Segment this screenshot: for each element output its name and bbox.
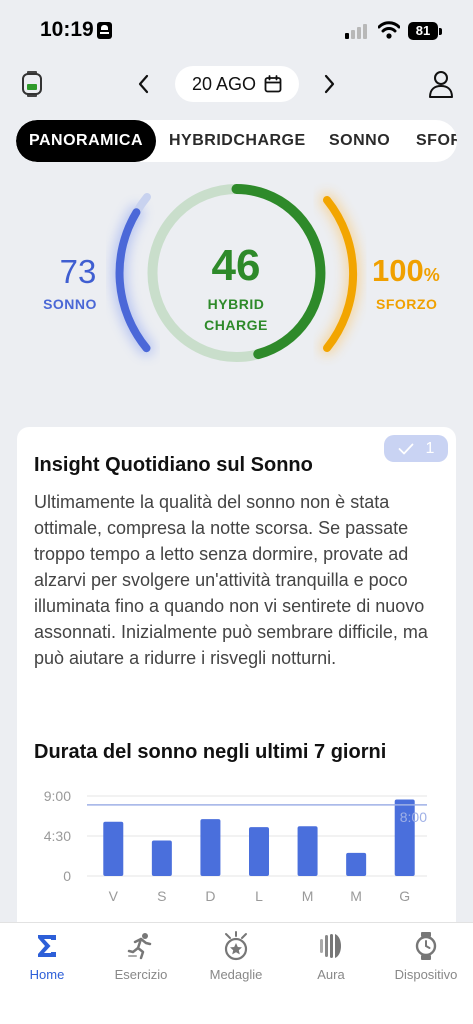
section-tabs: PANORAMICA HYBRIDCHARGE SONNO SFORZO	[16, 120, 457, 162]
effort-score-value: 100	[372, 253, 424, 288]
nav-medals[interactable]: Medaglie	[189, 931, 283, 991]
effort-score-label: SFORZO	[376, 296, 438, 312]
chart-y-tick-label: 4:30	[44, 828, 71, 844]
chart-x-tick-label: D	[205, 888, 215, 904]
wifi-icon	[378, 21, 400, 39]
nav-device-label: Dispositivo	[394, 967, 458, 982]
battery-tip	[439, 28, 442, 35]
effort-score[interactable]: 100%	[372, 253, 452, 289]
chart-y-tick-label: 9:00	[44, 788, 71, 804]
chart-x-tick-label: S	[157, 888, 166, 904]
chart-bar	[249, 827, 269, 876]
profile-icon[interactable]	[428, 70, 454, 98]
checkmark-icon	[398, 443, 413, 454]
sleep-score-label: SONNO	[43, 296, 97, 312]
nav-aura-label: Aura	[317, 967, 345, 982]
bottom-navigation: Home Esercizio Medaglie Aura Dispositivo	[0, 922, 473, 1024]
nav-exercise[interactable]: Esercizio	[94, 931, 188, 991]
next-day-button[interactable]	[318, 72, 340, 96]
previous-day-button[interactable]	[133, 72, 155, 96]
watch-battery-icon[interactable]	[21, 70, 43, 98]
chart-bar	[346, 852, 367, 876]
chart-x-tick-label: V	[109, 888, 119, 904]
aura-icon	[320, 934, 341, 958]
nav-exercise-label: Esercizio	[114, 967, 168, 982]
chart-bar	[151, 840, 172, 876]
watch-icon	[415, 932, 437, 960]
chart-bar	[103, 821, 124, 876]
contact-card-icon	[97, 22, 112, 39]
hybrid-charge-label-line2: CHARGE	[204, 317, 268, 333]
score-gauges: 73 SONNO 46 HYBRID CHARGE 100% SFORZO	[0, 175, 473, 390]
hybrid-charge-score[interactable]: 46	[186, 241, 286, 291]
tab-sforzo[interactable]: SFORZO	[416, 120, 457, 162]
chart-x-tick-label: M	[302, 888, 314, 904]
sigma-icon	[38, 935, 56, 957]
chart-reference-label: 8:00	[400, 809, 427, 825]
date-selector[interactable]: 20 AGO	[175, 66, 299, 102]
status-time: 10:19	[40, 18, 94, 41]
insight-badge-count: 1	[425, 439, 435, 457]
medal-icon	[224, 931, 248, 961]
sleep-insight-card: 1 Insight Quotidiano sul Sonno Ultimamen…	[17, 427, 456, 967]
app-screen: 10:19 81 20 AGO PANORAMICA HYBRIDCHARGE …	[0, 0, 473, 1024]
chart-bar	[200, 819, 221, 876]
nav-medals-label: Medaglie	[209, 967, 263, 982]
hybrid-charge-label-line1: HYBRID	[207, 296, 265, 312]
status-bar: 10:19 81	[0, 0, 473, 60]
effort-score-unit: %	[423, 265, 440, 285]
chart-x-tick-label: G	[399, 888, 410, 904]
chart-x-tick-label: M	[350, 888, 362, 904]
nav-home[interactable]: Home	[0, 931, 94, 991]
current-date: 20 AGO	[191, 73, 257, 94]
cellular-signal-icon	[345, 23, 371, 39]
sleep-duration-chart[interactable]: 0 4:30 9:00 V S D L M M G 8:00	[17, 782, 456, 912]
insight-body: Ultimamente la qualità del sonno non è s…	[34, 492, 428, 668]
tab-hybridcharge[interactable]: HYBRIDCHARGE	[169, 120, 306, 162]
nav-home-label: Home	[29, 967, 65, 982]
nav-device[interactable]: Dispositivo	[379, 931, 473, 991]
insight-title: Insight Quotidiano sul Sonno	[34, 454, 313, 476]
sleep-score[interactable]: 73	[28, 253, 128, 291]
tab-panoramica[interactable]: PANORAMICA	[16, 120, 157, 162]
sleep-duration-chart-title: Durata del sonno negli ultimi 7 giorni	[34, 741, 387, 763]
chevron-left-icon	[138, 74, 149, 94]
running-icon	[127, 933, 152, 960]
chart-y-tick-label: 0	[63, 868, 71, 884]
insight-read-badge[interactable]: 1	[384, 435, 448, 462]
tab-sonno[interactable]: SONNO	[329, 120, 390, 162]
battery-indicator: 81	[408, 22, 438, 40]
effort-gauge-arc	[323, 196, 358, 352]
sleep-duration-chart-svg: 0 4:30 9:00 V S D L M M G 8:00	[44, 788, 427, 904]
calendar-icon	[264, 75, 282, 93]
chevron-right-icon	[324, 74, 335, 94]
nav-aura[interactable]: Aura	[284, 931, 378, 991]
chart-bar	[297, 826, 318, 876]
chart-x-tick-label: L	[255, 888, 263, 904]
